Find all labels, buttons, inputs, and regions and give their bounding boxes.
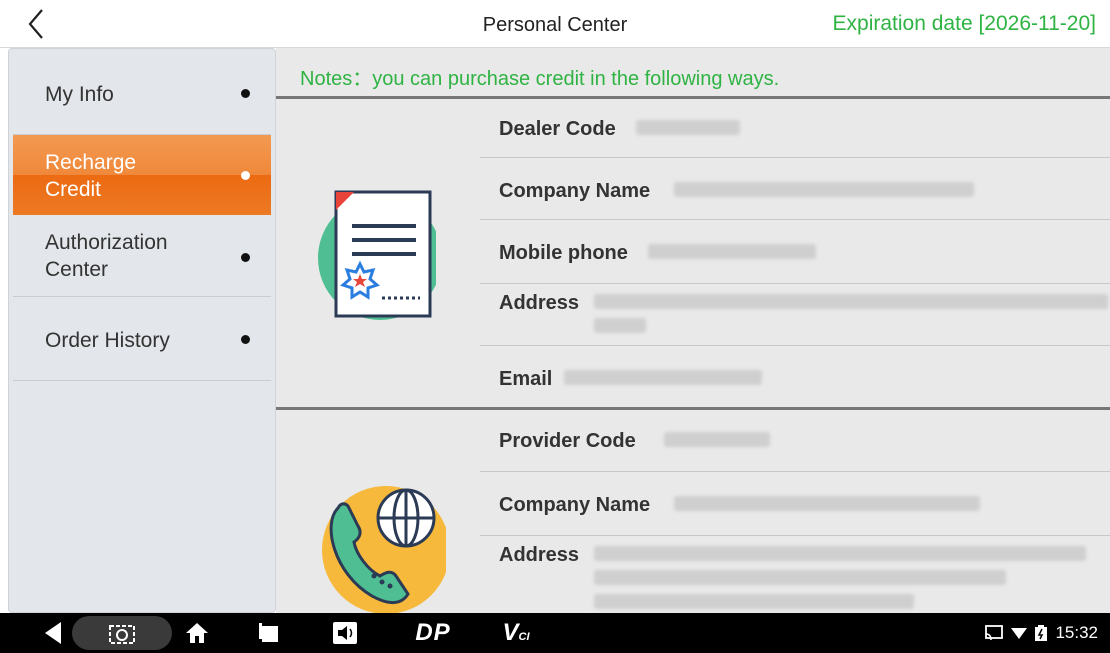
field-label: Address (499, 292, 580, 314)
wifi-icon (1011, 628, 1028, 639)
cast-icon (985, 625, 1004, 641)
field-label: Dealer Code (499, 118, 616, 140)
status-area: 15:32 (985, 623, 1098, 643)
redacted-value (594, 594, 914, 609)
dp-label: DP (415, 619, 451, 646)
redacted-value (594, 570, 1006, 585)
phone-globe-icon (322, 486, 446, 613)
sidebar-item-label: Recharge Credit (45, 151, 137, 201)
bullet-icon (241, 253, 250, 262)
triangle-left-icon (45, 622, 61, 644)
volume-button[interactable] (330, 613, 360, 653)
sidebar-item-my-info[interactable]: My Info (13, 49, 271, 135)
field-label: Email (499, 368, 553, 390)
sidebar-item-recharge-credit[interactable]: Recharge Credit (13, 135, 271, 215)
dealer-email-row: Email (480, 346, 1110, 408)
certificate-icon (318, 190, 436, 320)
dp-button[interactable]: DP (408, 613, 458, 653)
header: Personal Center Expiration date [2026-11… (0, 0, 1110, 48)
bullet-icon (241, 89, 250, 98)
system-nav-bar: DP V CI 15:32 (0, 613, 1110, 653)
sidebar-item-label: Authorization Center (45, 231, 168, 281)
vci-button[interactable]: V CI (494, 613, 538, 653)
redacted-value (636, 120, 740, 135)
dealer-code-row: Dealer Code (480, 98, 1110, 158)
sidebar-item-order-history[interactable]: Order History (13, 297, 271, 381)
redacted-value (564, 370, 762, 385)
sidebar-item-label: My Info (45, 83, 114, 106)
redacted-value (674, 496, 980, 511)
clock: 15:32 (1055, 623, 1098, 642)
field-label: Company Name (499, 180, 651, 202)
dealer-address-row: Address (480, 284, 1110, 346)
sidebar: My Info Recharge Credit Authorization Ce… (8, 48, 276, 613)
notes-text: Notes：you can purchase credit in the fol… (300, 68, 780, 90)
field-label: Provider Code (499, 430, 636, 452)
provider-address-row: Address (480, 536, 1110, 613)
field-label: Address (499, 544, 580, 566)
field-label: Mobile phone (499, 242, 628, 264)
expiration-date: Expiration date [2026-11-20] (832, 12, 1096, 35)
screenshot-pill (72, 616, 172, 650)
provider-code-row: Provider Code (480, 410, 1110, 472)
camera-icon (109, 625, 135, 644)
redacted-value (664, 432, 770, 447)
vci-sub-label: CI (518, 631, 530, 643)
home-button[interactable] (182, 613, 212, 653)
redacted-value (594, 546, 1086, 561)
nav-back-button[interactable] (36, 613, 70, 653)
battery-icon (1035, 625, 1048, 641)
vci-label: V (502, 619, 519, 646)
app-root: Personal Center Expiration date [2026-11… (0, 0, 1110, 653)
field-label: Company Name (499, 494, 651, 516)
redacted-value (648, 244, 816, 259)
volume-icon (333, 622, 357, 644)
redacted-value (594, 318, 646, 333)
redacted-value (594, 294, 1108, 309)
dealer-phone-row: Mobile phone (480, 220, 1110, 284)
main-content: Notes：you can purchase credit in the fol… (276, 48, 1110, 613)
bullet-icon (241, 171, 250, 180)
recents-button[interactable] (256, 613, 282, 653)
bullet-icon (241, 335, 250, 344)
home-icon (186, 623, 208, 643)
dealer-company-row: Company Name (480, 158, 1110, 220)
recents-icon (259, 623, 278, 642)
sidebar-item-label: Order History (45, 329, 170, 352)
provider-company-row: Company Name (480, 472, 1110, 536)
redacted-value (674, 182, 974, 197)
sidebar-item-authorization-center[interactable]: Authorization Center (13, 215, 271, 297)
screenshot-button[interactable] (72, 613, 172, 653)
